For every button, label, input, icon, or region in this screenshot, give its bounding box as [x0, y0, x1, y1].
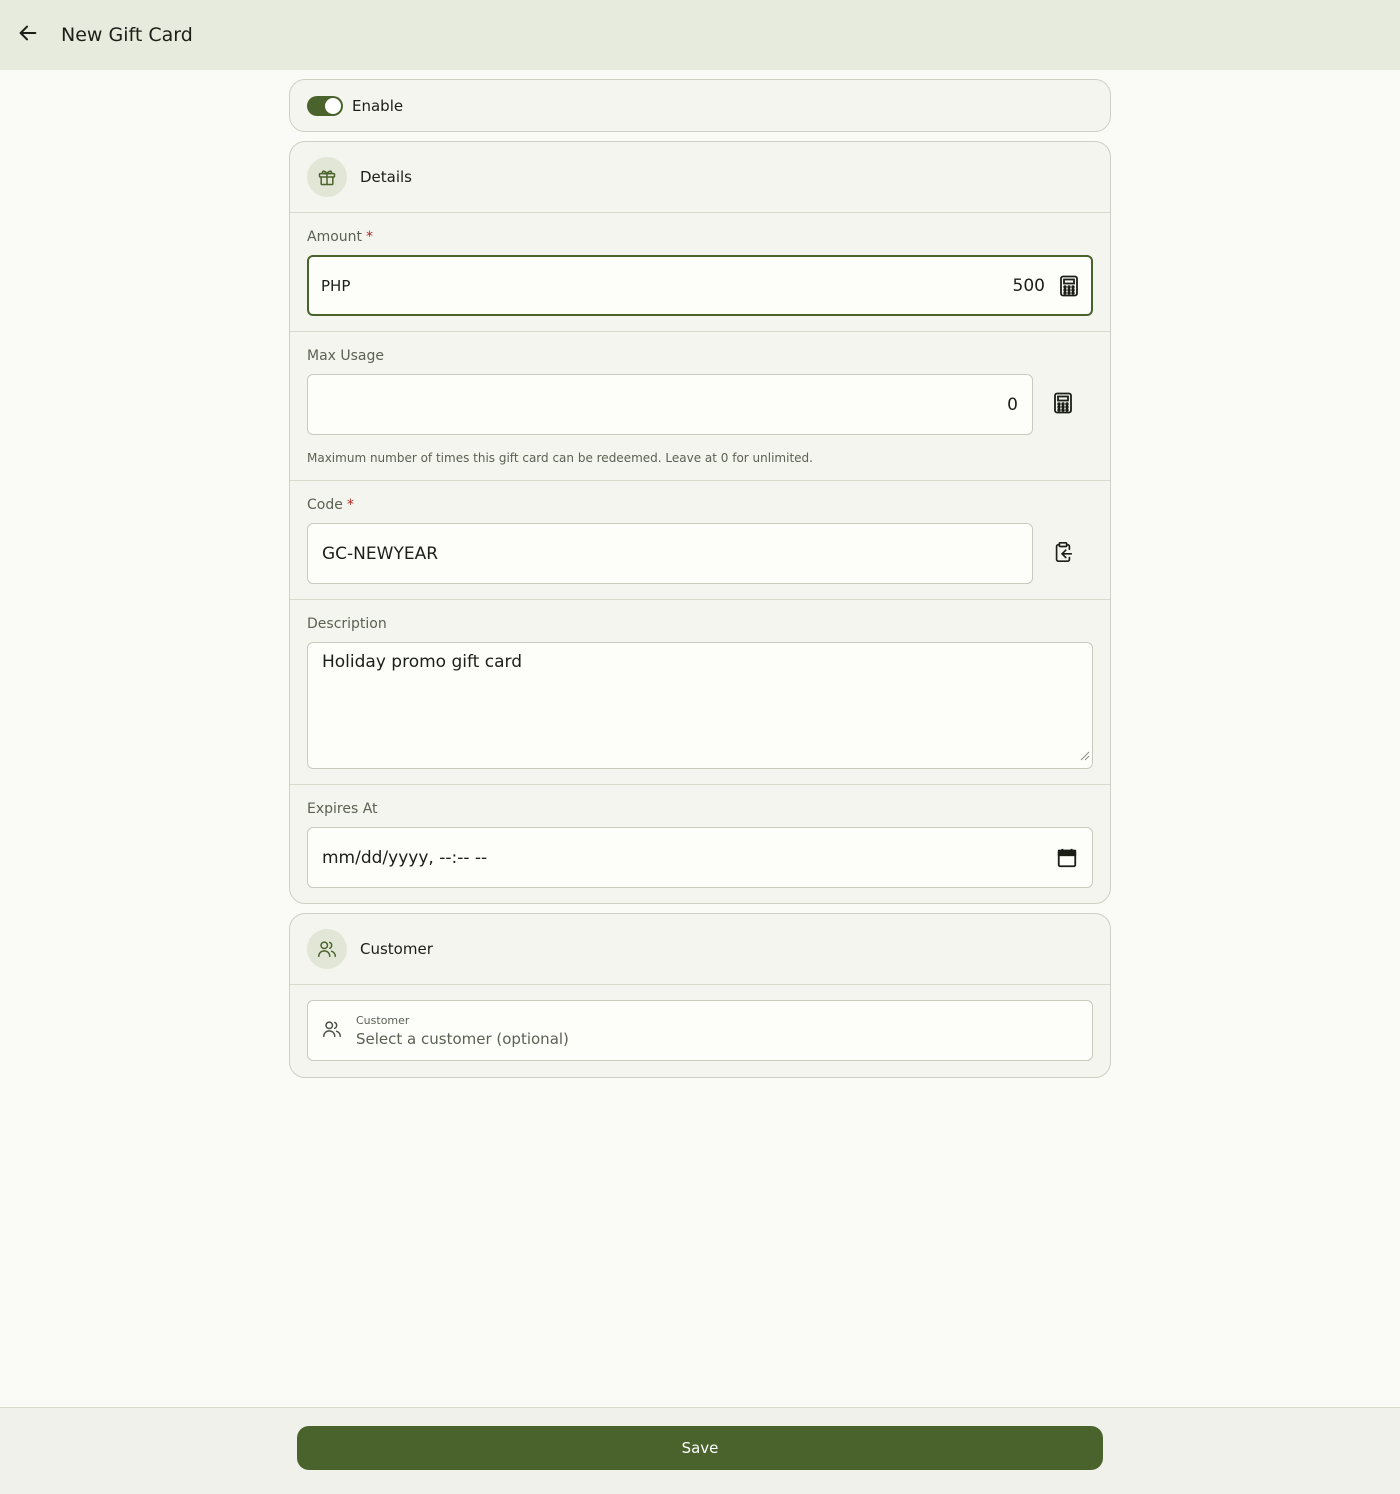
users-icon — [321, 1018, 343, 1044]
calendar-icon[interactable] — [1056, 847, 1078, 869]
code-field: Code * GC-NEWYEAR — [290, 481, 1110, 600]
expires-at-value: mm/dd/yyyy, --:-- -- — [322, 847, 488, 868]
max-usage-label: Max Usage — [307, 348, 385, 364]
details-title: Details — [360, 168, 413, 186]
amount-input[interactable]: PHP 500 — [307, 255, 1093, 316]
code-label: Code * — [307, 497, 354, 513]
calculator-icon[interactable] — [1059, 275, 1079, 297]
description-field: Description Holiday promo gift card — [290, 600, 1110, 785]
max-usage-helper: Maximum number of times this gift card c… — [307, 451, 813, 465]
customer-select-label: Customer — [356, 1013, 410, 1027]
description-value: Holiday promo gift card — [322, 652, 522, 672]
toggle-knob — [325, 97, 341, 114]
back-button[interactable] — [10, 17, 46, 53]
details-card: Details Amount * PHP 500 Max Usage 0 Max… — [289, 141, 1111, 904]
resize-handle-icon[interactable] — [1080, 746, 1090, 766]
users-icon — [307, 929, 347, 969]
customer-header: Customer — [290, 914, 1110, 985]
paste-code-button[interactable] — [1033, 523, 1093, 584]
max-usage-value: 0 — [1007, 394, 1018, 415]
expires-at-label: Expires At — [307, 801, 378, 817]
page-title: New Gift Card — [61, 24, 193, 46]
customer-select[interactable]: Customer Select a customer (optional) — [307, 1000, 1093, 1061]
form-container: Enable Details Amount * PHP 500 Max Usag… — [289, 79, 1111, 1078]
customer-card: Customer Customer Select a customer (opt… — [289, 913, 1111, 1078]
code-input[interactable]: GC-NEWYEAR — [307, 523, 1033, 584]
amount-field: Amount * PHP 500 — [290, 213, 1110, 332]
arrow-left-icon — [17, 22, 39, 48]
customer-title: Customer — [360, 940, 433, 958]
code-value: GC-NEWYEAR — [322, 543, 439, 564]
amount-label: Amount * — [307, 229, 374, 245]
max-usage-input[interactable]: 0 — [307, 374, 1033, 435]
expires-at-input[interactable]: mm/dd/yyyy, --:-- -- — [307, 827, 1093, 888]
enable-card: Enable — [289, 79, 1111, 132]
calculator-icon — [1053, 392, 1073, 418]
save-button[interactable]: Save — [297, 1426, 1103, 1470]
description-textarea[interactable]: Holiday promo gift card — [307, 642, 1093, 769]
bottom-bar: Save — [0, 1407, 1400, 1494]
expires-at-field: Expires At mm/dd/yyyy, --:-- -- — [290, 785, 1110, 903]
customer-select-placeholder: Select a customer (optional) — [356, 1029, 569, 1048]
app-bar: New Gift Card — [0, 0, 1400, 70]
currency-prefix: PHP — [321, 276, 351, 295]
enable-label: Enable — [352, 96, 404, 115]
gift-icon — [307, 157, 347, 197]
clipboard-icon — [1052, 541, 1074, 567]
max-usage-calculator-button[interactable] — [1033, 374, 1093, 435]
max-usage-field: Max Usage 0 Maximum number of times this… — [290, 332, 1110, 481]
details-header: Details — [290, 142, 1110, 213]
amount-value: 500 — [1012, 275, 1045, 296]
description-label: Description — [307, 616, 387, 632]
enable-toggle[interactable] — [307, 95, 343, 116]
